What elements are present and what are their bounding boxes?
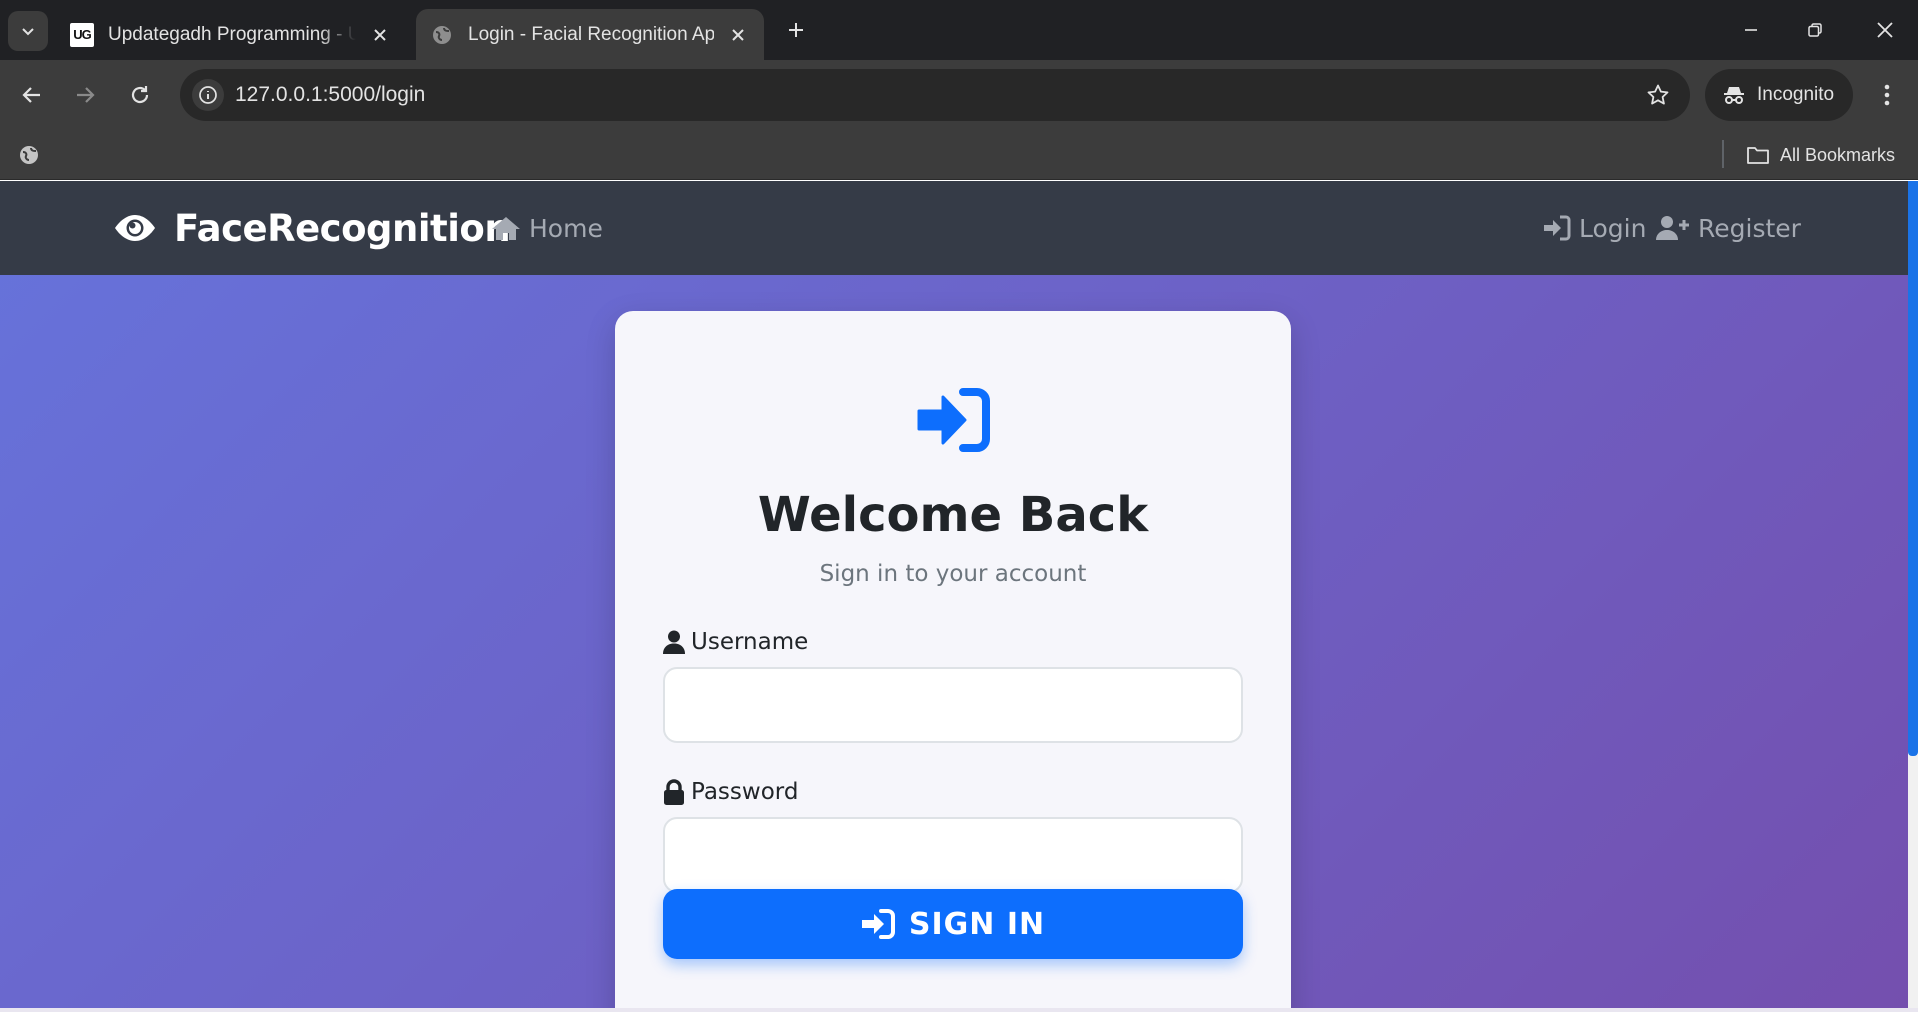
login-card: Welcome Back Sign in to your account Use… <box>615 311 1291 1012</box>
incognito-icon <box>1724 87 1744 104</box>
bookmarks-separator <box>1722 140 1724 168</box>
globe-icon[interactable] <box>16 142 42 168</box>
bottom-edge <box>0 1008 1918 1012</box>
brand-name: FaceRecognition <box>174 206 511 250</box>
tab-updategadh[interactable]: UG Updategadh Programming - Up <box>56 9 406 60</box>
nav-home[interactable]: Home <box>491 207 603 249</box>
nav-login-label: Login <box>1579 213 1647 243</box>
plus-icon <box>789 23 803 37</box>
user-plus-icon <box>1656 216 1689 240</box>
lock-icon <box>664 779 684 805</box>
new-tab-button[interactable] <box>780 14 812 46</box>
eye-icon <box>115 215 155 241</box>
nav-register-label: Register <box>1698 213 1801 243</box>
close-window-button[interactable] <box>1862 12 1908 48</box>
home-icon <box>492 217 520 240</box>
username-label-text: Username <box>691 629 809 655</box>
ug-favicon-icon: UG <box>70 22 94 47</box>
tab-title: Updategadh Programming - Up <box>108 23 356 45</box>
page-viewport: FaceRecognition Home Login Register Welc… <box>0 181 1918 1012</box>
scrollbar-thumb[interactable] <box>1908 181 1918 756</box>
nav-home-label: Home <box>529 213 603 243</box>
user-icon <box>663 630 685 654</box>
site-info-icon[interactable] <box>192 79 224 111</box>
brand-link[interactable]: FaceRecognition <box>114 203 511 253</box>
forward-button[interactable] <box>66 76 104 114</box>
bookmark-star-icon[interactable] <box>1644 81 1672 109</box>
tab-title: Login - Facial Recognition App <box>468 23 714 45</box>
nav-login[interactable]: Login <box>1543 207 1646 249</box>
close-icon[interactable] <box>726 23 750 47</box>
nav-register[interactable]: Register <box>1656 207 1801 249</box>
arrow-right-icon <box>77 87 95 103</box>
username-input[interactable] <box>663 667 1243 743</box>
sign-in-icon <box>917 388 990 452</box>
all-bookmarks-button[interactable]: All Bookmarks <box>1746 140 1895 170</box>
reload-button[interactable] <box>121 76 159 114</box>
browser-toolbar: 127.0.0.1:5000/login Incognito <box>0 60 1918 130</box>
reload-icon <box>131 86 149 104</box>
url-text[interactable]: 127.0.0.1:5000/login <box>235 83 425 107</box>
tab-search-button[interactable] <box>8 11 48 51</box>
browser-tabstrip: UG Updategadh Programming - Up Login - F… <box>0 0 1918 60</box>
close-icon <box>1877 22 1893 38</box>
bookmarks-bar: All Bookmarks <box>0 130 1918 180</box>
incognito-profile-button[interactable]: Incognito <box>1705 69 1853 121</box>
close-icon[interactable] <box>368 23 392 47</box>
back-button[interactable] <box>13 76 51 114</box>
more-vert-icon <box>1884 84 1890 106</box>
tab-login[interactable]: Login - Facial Recognition App <box>416 9 764 60</box>
password-label: Password <box>663 776 798 808</box>
folder-icon <box>1747 147 1769 164</box>
login-subtitle: Sign in to your account <box>819 561 1087 587</box>
address-bar[interactable]: 127.0.0.1:5000/login <box>180 69 1690 121</box>
chevron-down-icon <box>22 28 34 36</box>
login-title: Welcome Back <box>757 487 1149 543</box>
arrow-left-icon <box>22 87 40 103</box>
minimize-button[interactable] <box>1728 12 1774 48</box>
restore-button[interactable] <box>1792 12 1838 48</box>
username-label: Username <box>663 626 808 658</box>
sign-in-icon <box>1544 215 1571 241</box>
minimize-icon <box>1745 29 1757 31</box>
all-bookmarks-label: All Bookmarks <box>1780 144 1896 165</box>
app-navbar: FaceRecognition Home Login Register <box>0 181 1918 275</box>
restore-icon <box>1808 23 1822 37</box>
sign-in-icon <box>861 909 895 939</box>
globe-icon <box>430 23 454 47</box>
sign-in-label: SIGN IN <box>908 906 1046 942</box>
sign-in-button[interactable]: SIGN IN <box>663 889 1243 959</box>
password-label-text: Password <box>691 779 799 805</box>
incognito-label: Incognito <box>1757 84 1835 105</box>
browser-menu-button[interactable] <box>1870 78 1904 112</box>
scrollbar-track[interactable] <box>1908 181 1918 1012</box>
password-input[interactable] <box>663 817 1243 893</box>
